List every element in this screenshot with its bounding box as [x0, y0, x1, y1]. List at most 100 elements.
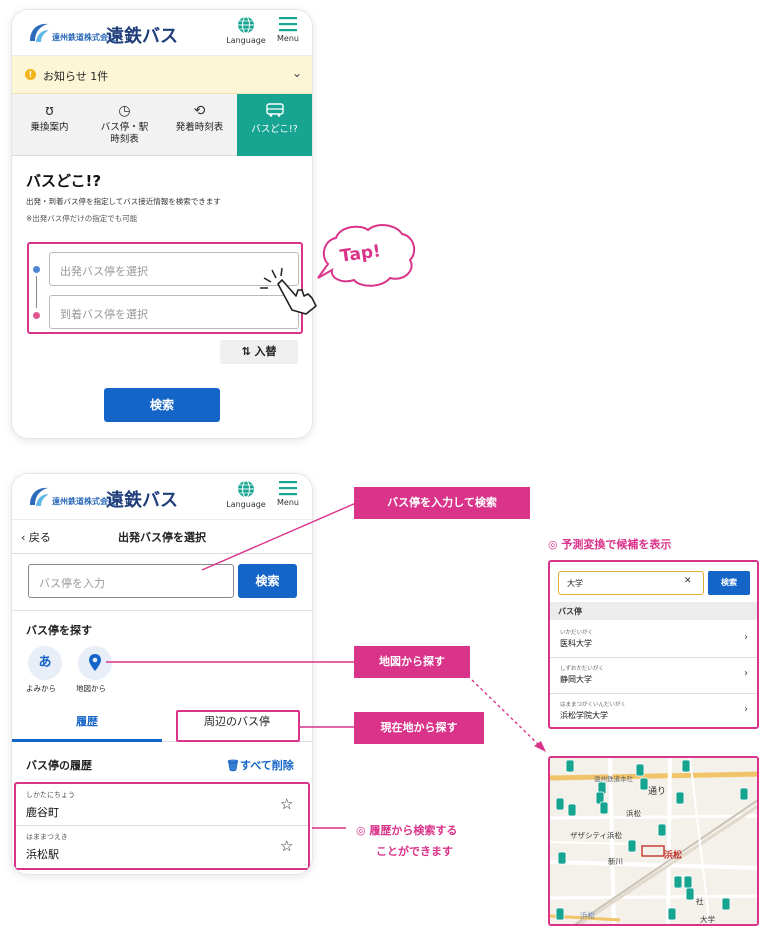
language-button[interactable]: Language	[224, 480, 268, 516]
map-pin-icon	[89, 654, 101, 671]
notice-label: お知らせ 1件	[43, 70, 109, 83]
stop-name: 浜松駅	[26, 848, 59, 861]
hamburger-icon	[279, 481, 297, 496]
select-stop-phone: 遠州鉄道株式会社 遠鉄バス Language Menu 出発バス停を選択 ‹ 戻…	[12, 474, 312, 874]
callout-input-search: バス停を入力して検索	[354, 487, 530, 519]
callout-nearby-search: 現在地から探す	[354, 712, 484, 744]
chevron-right-icon: ›	[744, 704, 748, 715]
globe-icon	[238, 480, 254, 498]
enshu-logo-icon	[30, 487, 49, 506]
stop-ruby: いかだいがく	[560, 630, 594, 636]
app-header: 遠州鉄道株式会社 遠鉄バス Language Menu	[12, 10, 312, 56]
search-by-map-button[interactable]	[78, 646, 112, 680]
tab-label: 乗換案内	[30, 122, 69, 133]
nearby-highlight	[176, 710, 300, 742]
tap-speech-bubble: Tap!	[314, 222, 418, 292]
by-map-label: 地図から	[76, 684, 106, 693]
clear-icon[interactable]: ✕	[684, 576, 692, 586]
tab-timetable[interactable]: ◷ バス停・駅 時刻表	[87, 94, 162, 156]
swap-label: 入替	[254, 345, 277, 358]
stop-ruby: しずおかだいがく	[560, 666, 604, 672]
by-reading-label: よみから	[26, 684, 56, 693]
back-label: 戻る	[28, 531, 51, 544]
find-stop-heading: バス停を探す	[26, 624, 92, 637]
map-panel[interactable]: 遠州鉄道本社 通り 浜松 ザザシティ浜松 浜松 新川 社 浜松 大学	[548, 756, 759, 926]
tab-departure-arrival[interactable]: ⟲ 発着時刻表	[162, 94, 237, 156]
trash-icon: 🗑︎	[226, 759, 240, 772]
map-label: ザザシティ浜松	[570, 831, 623, 840]
list-item[interactable]: いかだいがく 医科大学 ›	[550, 622, 757, 658]
tab-transfer[interactable]: ʊ 乗換案内	[12, 94, 87, 156]
route-connector	[36, 276, 37, 308]
main-tabs: ʊ 乗換案内 ◷ バス停・駅 時刻表 ⟲ 発着時刻表 バスどこ!?	[12, 94, 312, 156]
callout-map-search: 地図から探す	[354, 646, 470, 678]
menu-button[interactable]: Menu	[266, 16, 310, 52]
stop-search-button[interactable]: 検索	[238, 564, 297, 598]
chevron-right-icon: ›	[744, 632, 748, 643]
suggest-note: ◎ 予測変換で候補を表示	[548, 538, 672, 551]
tab-label: バスどこ!?	[251, 124, 298, 135]
chevron-down-icon: ⌄	[291, 66, 302, 80]
page-title: バスどこ!?	[26, 172, 102, 190]
list-item[interactable]: しずおかだいがく 静岡大学 ›	[550, 658, 757, 694]
stop-name: 静岡大学	[560, 675, 592, 684]
hiragana-a-icon: あ	[38, 655, 52, 670]
map-label: 大学	[700, 915, 715, 924]
map-label: 通り	[648, 787, 667, 797]
suggest-search-input[interactable]: 大学	[558, 571, 704, 595]
search-by-reading-button[interactable]: あ	[28, 646, 62, 680]
history-note-line2: ことができます	[376, 845, 453, 858]
divider	[12, 610, 312, 611]
busdoko-phone: 遠州鉄道株式会社 遠鉄バス Language Menu ! お知らせ 1件 ⌄	[12, 10, 312, 438]
list-item[interactable]: はままつえき 浜松駅 ☆	[16, 826, 308, 868]
tab-label: 発着時刻表	[175, 122, 224, 133]
sub-header: 出発バス停を選択 ‹ 戻る	[12, 520, 312, 554]
origin-dot-icon	[33, 266, 40, 273]
history-note-line1: ◎ 履歴から検索する	[356, 824, 458, 837]
stop-ruby: はままつえき	[26, 833, 68, 841]
notice-bar[interactable]: ! お知らせ 1件 ⌄	[12, 56, 312, 94]
language-label: Language	[226, 500, 266, 509]
menu-button[interactable]: Menu	[266, 480, 310, 516]
history-heading: バス停の履歴	[26, 759, 92, 772]
menu-label: Menu	[277, 498, 299, 507]
star-icon[interactable]: ☆	[280, 795, 293, 813]
swap-icon: ⇅	[241, 345, 255, 358]
destination-dot-icon	[33, 312, 40, 319]
suggest-panel: 大学 ✕ 検索 バス停 いかだいがく 医科大学 › しずおかだいがく 静岡大学 …	[548, 560, 759, 729]
list-item[interactable]: はままつがくいんだいがく 浜松学院大学 ›	[550, 694, 757, 727]
list-item[interactable]: しかたにちょう 鹿谷町 ☆	[16, 784, 308, 826]
back-button[interactable]: ‹ 戻る	[21, 529, 51, 545]
app-header: 遠州鉄道株式会社 遠鉄バス Language Menu	[12, 474, 312, 520]
search-button[interactable]: 検索	[104, 388, 220, 422]
route-icon: ʊ	[45, 103, 54, 119]
menu-label: Menu	[277, 34, 299, 43]
bus-icon	[237, 103, 312, 121]
brand-name: 遠鉄バス	[106, 26, 178, 47]
suggest-search-button[interactable]: 検索	[708, 571, 750, 595]
hamburger-icon	[279, 17, 297, 32]
page-note: ※出発バス停だけの指定でも可能	[26, 214, 138, 223]
delete-all-button[interactable]: 🗑︎すべて削除	[226, 757, 294, 773]
chevron-left-icon: ‹	[21, 531, 29, 544]
stop-name: 浜松学院大学	[560, 711, 608, 720]
language-label: Language	[226, 36, 266, 45]
tap-hand-icon	[260, 267, 317, 315]
chevron-right-icon: ›	[744, 668, 748, 679]
stop-name: 医科大学	[560, 639, 592, 648]
language-button[interactable]: Language	[224, 16, 268, 52]
suggest-section-header: バス停	[550, 602, 757, 620]
delete-all-label: すべて削除	[239, 759, 294, 772]
stop-search-input[interactable]: バス停を入力	[28, 564, 234, 598]
map-label: 浜松	[580, 911, 595, 920]
enshu-logo-icon	[30, 23, 49, 42]
tab-history[interactable]: 履歴	[12, 702, 162, 742]
swap-button[interactable]: ⇅ 入替	[220, 340, 298, 364]
star-icon[interactable]: ☆	[280, 837, 293, 855]
stop-name: 鹿谷町	[26, 806, 59, 819]
map-label: 社	[696, 897, 704, 906]
map-label: 遠州鉄道本社	[594, 775, 633, 783]
sub-header-title: 出発バス停を選択	[118, 531, 206, 544]
tab-busdoko[interactable]: バスどこ!?	[237, 94, 312, 156]
map-label: 新川	[608, 857, 623, 866]
